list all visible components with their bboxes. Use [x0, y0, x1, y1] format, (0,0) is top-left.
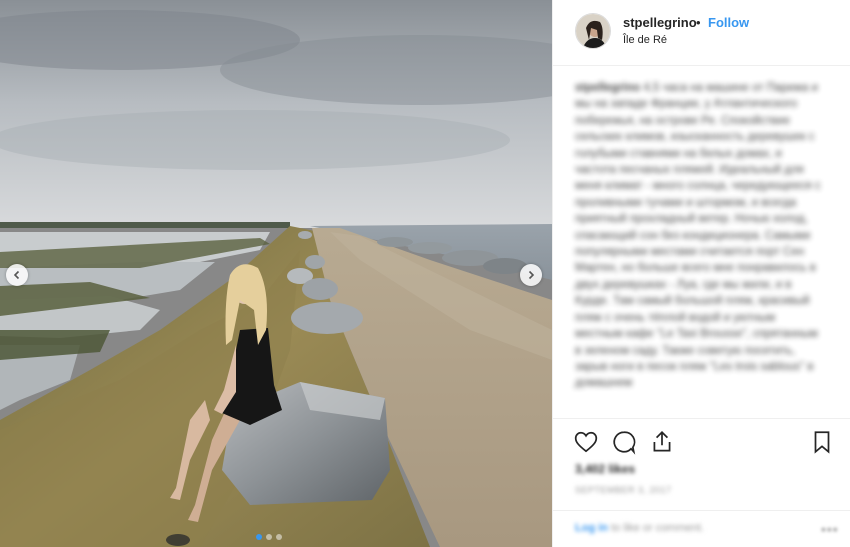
heart-icon[interactable]	[573, 429, 599, 455]
post-sidebar: stpellegrino • Follow Île de Ré stpelleg…	[552, 0, 850, 547]
carousel-prev-button[interactable]	[6, 264, 28, 286]
follow-button[interactable]: Follow	[708, 15, 749, 30]
post-header: stpellegrino • Follow Île de Ré	[553, 0, 850, 66]
separator-dot: •	[696, 15, 701, 30]
username-link[interactable]: stpellegrino	[623, 15, 697, 30]
carousel-indicator	[256, 534, 282, 540]
photo-image	[0, 0, 552, 547]
caption-text: 4,5 часа на машине от Парижа и мы на зап…	[575, 82, 821, 390]
bookmark-icon[interactable]	[809, 429, 835, 455]
post-photo[interactable]	[0, 0, 552, 547]
carousel-dot	[276, 534, 282, 540]
carousel-dot	[266, 534, 272, 540]
avatar[interactable]	[575, 13, 611, 49]
post-date: SEPTEMBER 3, 2017	[575, 485, 672, 495]
caption-author[interactable]: stpellegrino	[575, 82, 640, 94]
more-options-icon[interactable]: •••	[821, 521, 839, 537]
post-caption: stpellegrino 4,5 часа на машине от Париж…	[575, 80, 823, 416]
chevron-right-icon	[528, 270, 535, 280]
comment-bar: Log in to like or comment. •••	[553, 510, 850, 547]
like-count[interactable]: 3,402 likes	[575, 462, 635, 476]
share-icon[interactable]	[649, 429, 675, 455]
action-bar	[553, 418, 850, 468]
login-link[interactable]: Log in	[575, 522, 608, 534]
carousel-dot	[256, 534, 262, 540]
carousel-next-button[interactable]	[520, 264, 542, 286]
comment-icon[interactable]	[611, 429, 637, 455]
comment-prompt: Log in to like or comment.	[575, 522, 704, 534]
chevron-left-icon	[13, 270, 20, 280]
location-link[interactable]: Île de Ré	[623, 34, 667, 46]
comment-prompt-text: to like or comment.	[611, 522, 704, 534]
